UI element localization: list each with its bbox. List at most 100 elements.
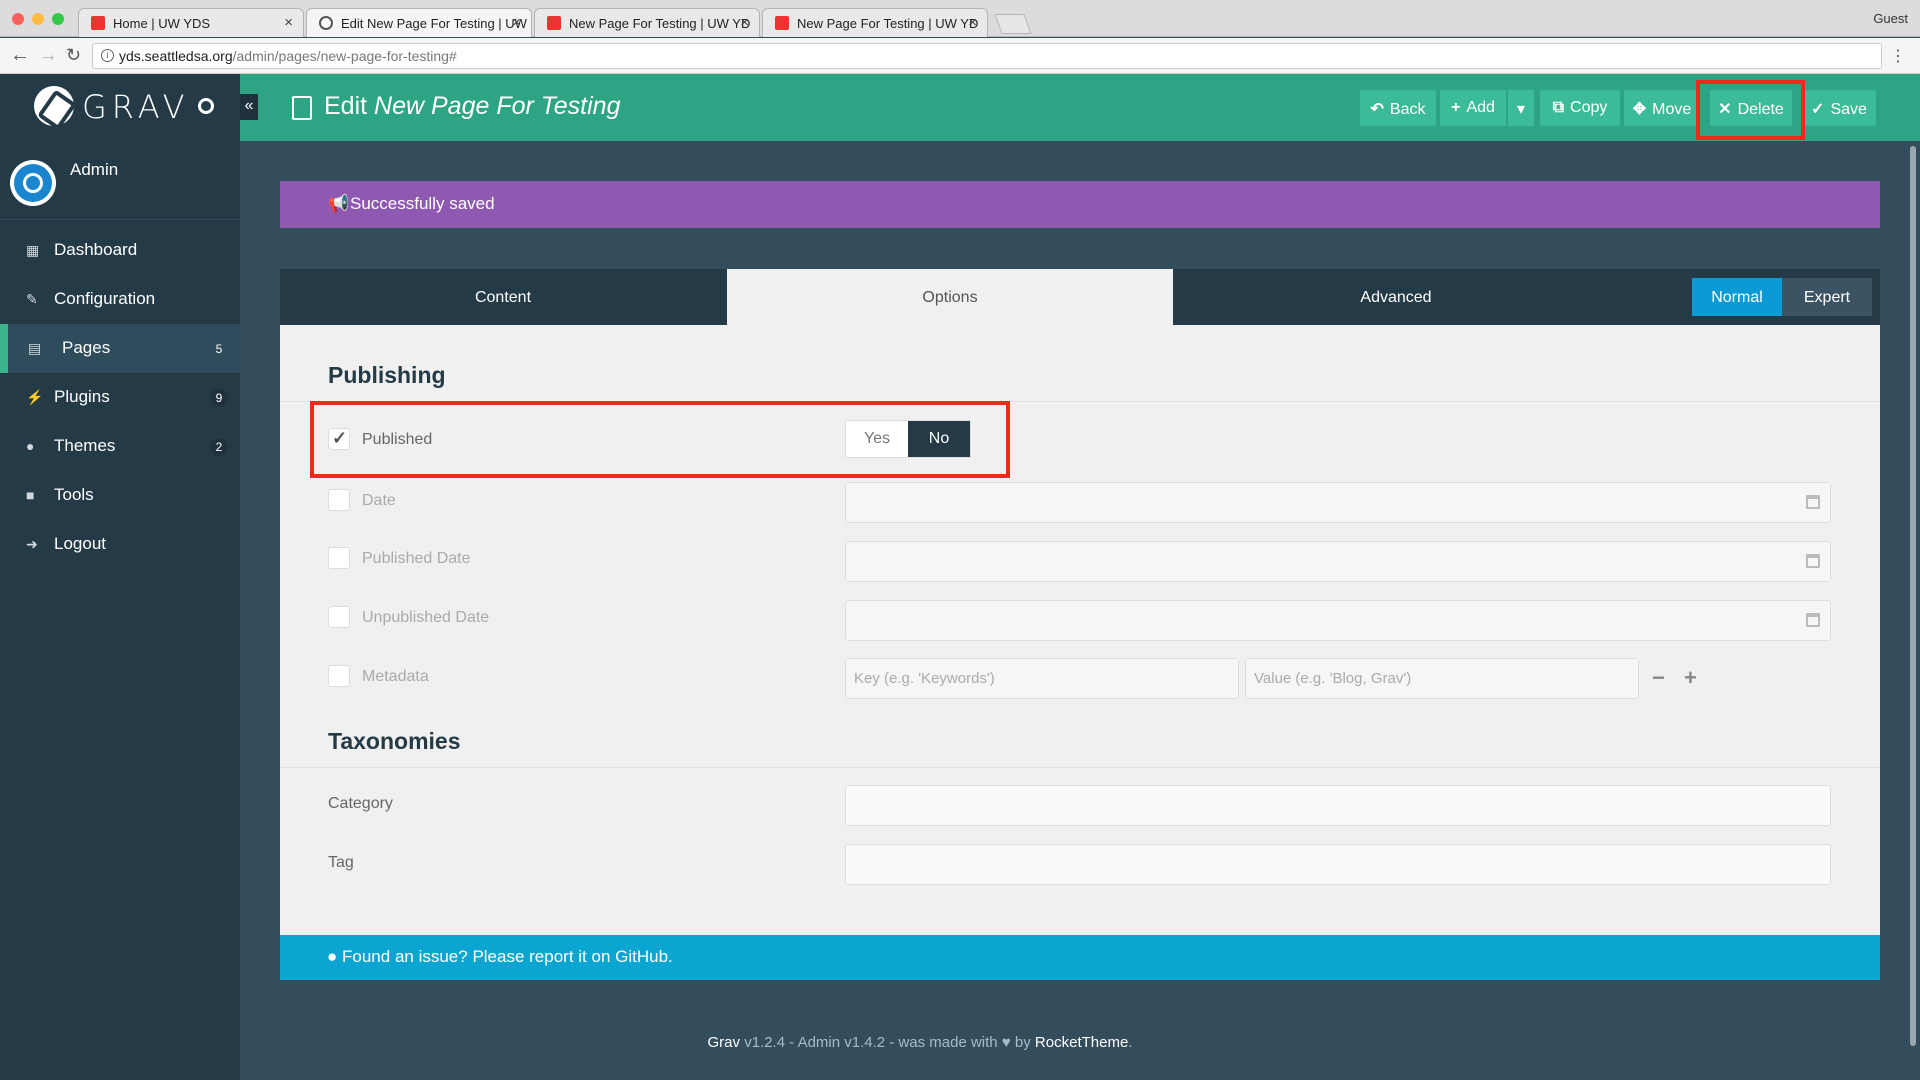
github-issue-bar[interactable]: ● Found an issue? Please report it on Gi… [280, 935, 1880, 980]
published-highlight-box [310, 401, 1010, 478]
success-alert: 📢 Successfully saved [280, 181, 1880, 228]
themes-count-badge: 2 [210, 438, 228, 456]
site-favicon-icon [91, 16, 105, 30]
info-icon[interactable]: i [101, 49, 114, 62]
reload-icon[interactable]: ↻ [66, 45, 81, 66]
move-button[interactable]: ✥ Move [1624, 90, 1700, 126]
save-button[interactable]: ✓ Save [1802, 90, 1876, 126]
sidebar-item-themes[interactable]: ● Themes 2 [0, 422, 240, 471]
metadata-key-input[interactable]: Key (e.g. 'Keywords') [845, 658, 1239, 699]
sidebar-item-plugins[interactable]: ⚡ Plugins 9 [0, 373, 240, 422]
remove-metadata-icon[interactable]: − [1652, 665, 1665, 691]
maximize-window-button[interactable] [52, 13, 64, 25]
user-avatar-icon [14, 164, 52, 202]
category-label: Category [328, 795, 393, 812]
browser-menu-icon[interactable]: ⋮ [1890, 46, 1906, 66]
rockettheme-link[interactable]: RocketTheme [1035, 1034, 1128, 1051]
wrench-icon: ✎ [26, 291, 38, 307]
expert-mode-button[interactable]: Expert [1782, 278, 1872, 316]
calendar-icon[interactable] [1806, 613, 1820, 627]
sidebar-item-pages[interactable]: ▤ Pages 5 [0, 324, 240, 373]
grav-favicon-icon [319, 16, 333, 30]
sidebar-item-logout[interactable]: ➜ Logout [0, 520, 240, 569]
reply-icon: ↶ [1370, 101, 1384, 118]
drop-icon: ● [26, 438, 35, 454]
browser-tab-bar: Home | UW YDS × Edit New Page For Testin… [0, 0, 1920, 37]
tab-options[interactable]: Options [727, 269, 1173, 325]
scrollbar-thumb[interactable] [1910, 146, 1916, 1046]
profile-label[interactable]: Guest [1873, 11, 1908, 26]
category-input[interactable] [845, 785, 1831, 826]
published-date-label: Published Date [362, 550, 471, 567]
publishing-heading: Publishing [328, 362, 446, 388]
new-tab-button[interactable] [994, 14, 1032, 34]
grav-link[interactable]: Grav [708, 1034, 741, 1051]
copy-button[interactable]: ⧉ Copy [1540, 90, 1620, 126]
user-name[interactable]: Admin [70, 160, 118, 180]
close-window-button[interactable] [12, 13, 24, 25]
browser-tab-edit[interactable]: Edit New Page For Testing | UW × [306, 8, 532, 37]
heart-icon: ♥ [1001, 1034, 1011, 1051]
logo-text[interactable]: GRAV [82, 88, 189, 126]
close-tab-icon[interactable]: × [968, 14, 977, 31]
add-dropdown-button[interactable]: ▾ [1508, 90, 1534, 126]
divider [280, 767, 1880, 768]
close-tab-icon[interactable]: × [512, 14, 521, 31]
briefcase-icon: ■ [26, 487, 35, 503]
divider [0, 219, 240, 220]
page-title: Edit New Page For Testing [324, 92, 621, 120]
published-date-checkbox[interactable] [328, 547, 350, 569]
tab-content[interactable]: Content [280, 269, 726, 325]
browser-tab-home[interactable]: Home | UW YDS × [78, 8, 304, 37]
date-checkbox[interactable] [328, 489, 350, 511]
browser-tab-page[interactable]: New Page For Testing | UW YD × [534, 8, 760, 37]
normal-mode-button[interactable]: Normal [1692, 278, 1782, 316]
close-tab-icon[interactable]: × [284, 14, 293, 31]
document-icon [292, 96, 312, 120]
sidebar: GRAV Admin ▦ Dashboard ✎ Configuration ▤… [0, 74, 240, 1080]
grid-icon: ▦ [26, 242, 40, 258]
bullhorn-icon: 📢 [328, 194, 350, 213]
address-bar: ← → ↻ i yds.seattledsa.org/admin/pages/n… [0, 38, 1920, 74]
check-icon: ✓ [1811, 101, 1825, 118]
calendar-icon[interactable] [1806, 554, 1820, 568]
collapse-sidebar-icon[interactable]: « [240, 94, 258, 120]
forward-arrow-icon[interactable]: → [38, 44, 58, 67]
browser-tab-page-2[interactable]: New Page For Testing | UW YD × [762, 8, 988, 37]
pages-count-badge: 5 [215, 342, 223, 356]
plus-icon: + [1451, 99, 1461, 116]
tab-advanced[interactable]: Advanced [1173, 269, 1619, 325]
metadata-checkbox[interactable] [328, 665, 350, 687]
back-arrow-icon[interactable]: ← [10, 44, 30, 67]
tag-input[interactable] [845, 844, 1831, 885]
plug-icon: ⚡ [26, 389, 44, 405]
unpublished-date-label: Unpublished Date [362, 609, 490, 626]
close-tab-icon[interactable]: × [740, 14, 749, 31]
minimize-window-button[interactable] [32, 13, 44, 25]
add-metadata-icon[interactable]: + [1684, 665, 1697, 691]
date-input[interactable] [845, 482, 1831, 523]
date-label: Date [362, 492, 396, 509]
power-toggle-icon[interactable] [198, 98, 214, 114]
move-icon: ✥ [1632, 101, 1647, 118]
sidebar-item-configuration[interactable]: ✎ Configuration [0, 275, 240, 324]
url-input[interactable]: i yds.seattledsa.org/admin/pages/new-pag… [92, 43, 1882, 69]
unpublished-date-input[interactable] [845, 600, 1831, 641]
sidebar-item-tools[interactable]: ■ Tools [0, 471, 240, 520]
editor-tabs: Content Options Advanced [280, 269, 1880, 325]
caret-down-icon: ▾ [1516, 101, 1526, 118]
sign-out-icon: ➜ [26, 536, 38, 552]
grav-logo-icon[interactable] [34, 86, 74, 126]
page-scrollbar[interactable] [1906, 141, 1920, 1080]
add-button[interactable]: + Add [1440, 90, 1506, 126]
sidebar-item-dashboard[interactable]: ▦ Dashboard [0, 226, 240, 275]
published-date-input[interactable] [845, 541, 1831, 582]
unpublished-date-checkbox[interactable] [328, 606, 350, 628]
tag-label: Tag [328, 854, 354, 871]
page-header: Edit New Page For Testing ↶ Back + Add ▾ ⧉… [240, 74, 1920, 141]
logo-area: GRAV [0, 74, 240, 141]
back-button[interactable]: ↶ Back [1360, 90, 1436, 126]
file-icon: ▤ [28, 340, 42, 356]
calendar-icon[interactable] [1806, 495, 1820, 509]
metadata-value-input[interactable]: Value (e.g. 'Blog, Grav') [1245, 658, 1639, 699]
